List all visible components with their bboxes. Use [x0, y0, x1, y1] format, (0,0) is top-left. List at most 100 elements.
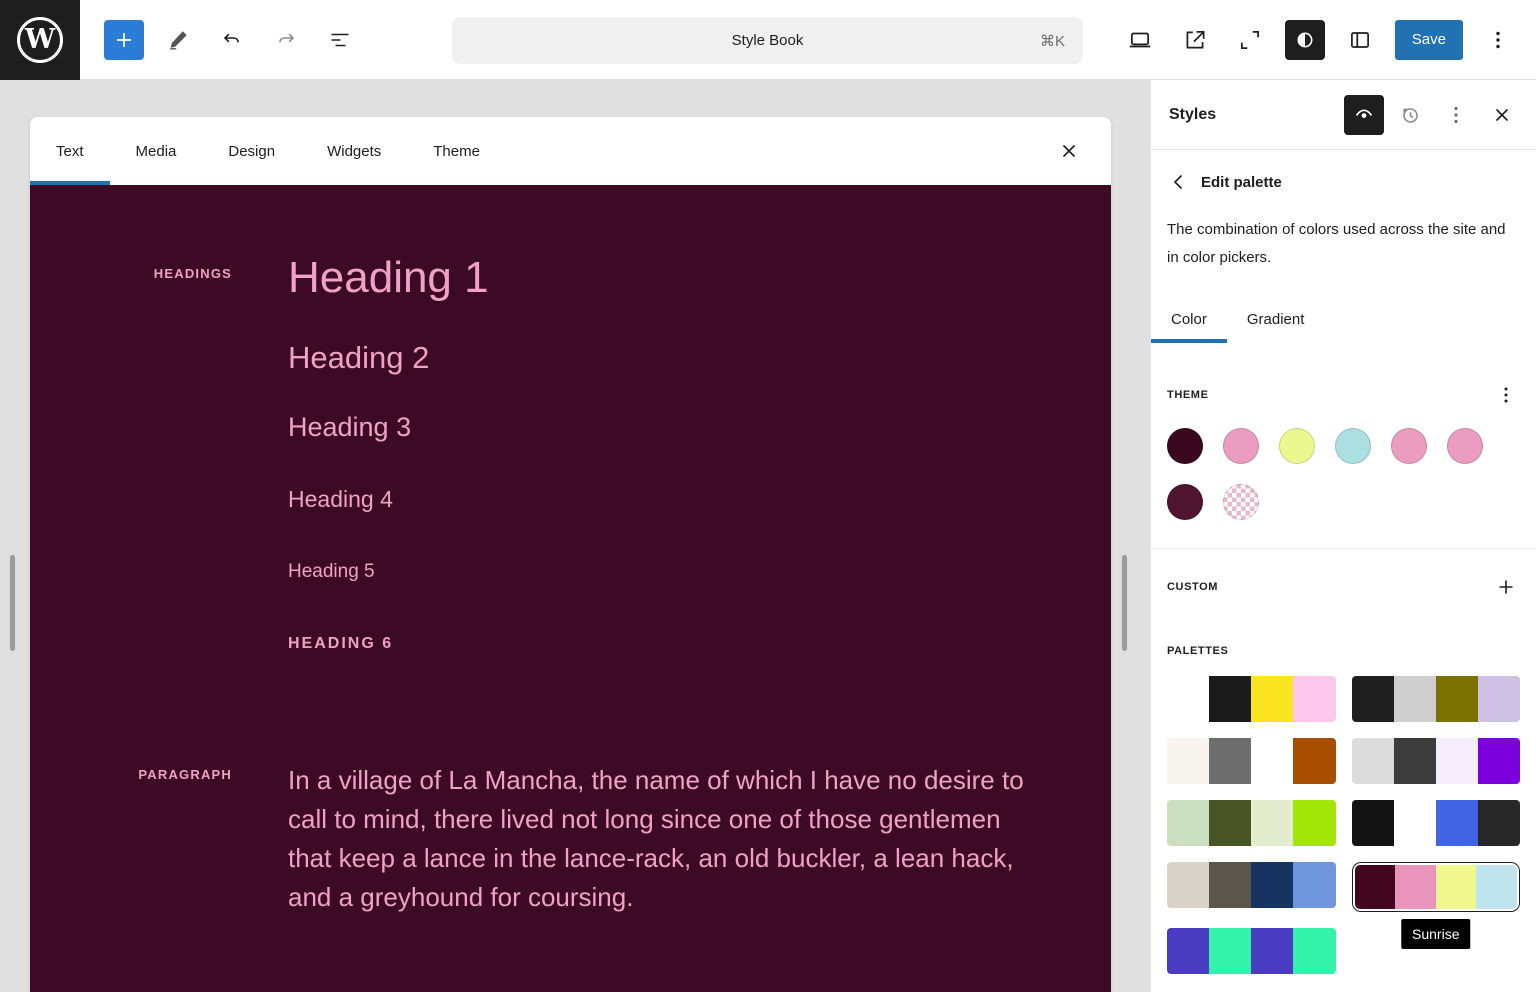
edit-palette-back[interactable]: Edit palette [1167, 170, 1520, 194]
palette-strip[interactable] [1167, 861, 1336, 908]
palette-strip[interactable] [1167, 675, 1336, 722]
paragraph-sample[interactable]: In a village of La Mancha, the name of w… [288, 761, 1036, 917]
kebab-menu-icon [1494, 383, 1518, 407]
palette-strip[interactable] [1354, 864, 1517, 909]
heading-5-sample[interactable]: Heading 5 [288, 561, 489, 584]
external-link-icon [1182, 27, 1208, 53]
style-book-tabs: Text Media Design Widgets Theme [30, 117, 1111, 185]
editor-canvas: Text Media Design Widgets Theme Headings… [0, 80, 1150, 992]
close-icon [1490, 103, 1514, 127]
save-button[interactable]: Save [1394, 19, 1463, 60]
tab-media[interactable]: Media [110, 117, 203, 185]
custom-section-label: Custom [1167, 580, 1219, 593]
palette-color-swatch [1393, 737, 1436, 784]
theme-swatch-3[interactable] [1335, 427, 1371, 464]
palette-option-6[interactable] [1167, 861, 1336, 912]
heading-6-sample[interactable]: HEADING 6 [288, 634, 489, 653]
heading-4-sample[interactable]: Heading 4 [288, 486, 489, 514]
palette-color-swatch [1209, 737, 1252, 784]
theme-swatch-6[interactable] [1167, 483, 1203, 520]
palette-option-5[interactable] [1351, 799, 1520, 846]
command-bar[interactable]: Style Book ⌘K [452, 17, 1083, 64]
pencil-icon [166, 28, 190, 52]
tools-button[interactable] [158, 20, 198, 60]
theme-swatch-0[interactable] [1167, 427, 1203, 464]
styles-options-button[interactable] [1436, 95, 1476, 135]
palette-color-swatch [1354, 864, 1396, 909]
view-device-preview-button[interactable] [1120, 20, 1160, 60]
palette-color-swatch [1209, 927, 1252, 974]
palette-strip[interactable] [1167, 737, 1336, 784]
wordpress-logo-button[interactable]: W [0, 0, 80, 80]
palette-option-3[interactable] [1351, 737, 1520, 784]
settings-sidebar-button[interactable] [1340, 20, 1380, 60]
redo-button[interactable] [266, 20, 306, 60]
palette-option-2[interactable] [1167, 737, 1336, 784]
palette-strip[interactable] [1167, 927, 1336, 974]
palette-color-swatch [1209, 799, 1252, 846]
theme-color-swatches [1167, 427, 1497, 520]
heading-2-sample[interactable]: Heading 2 [288, 339, 489, 376]
fullscreen-button[interactable] [1230, 20, 1270, 60]
heading-1-sample[interactable]: Heading 1 [288, 252, 489, 305]
sidebar-close-button[interactable] [1482, 95, 1522, 135]
palette-strip[interactable] [1351, 737, 1520, 784]
block-inserter-button[interactable] [104, 19, 144, 60]
styles-toggle-button[interactable] [1284, 19, 1325, 60]
view-site-button[interactable] [1175, 20, 1215, 60]
history-clock-icon [1398, 103, 1422, 127]
palette-strip[interactable] [1351, 799, 1520, 846]
palettes-section-label: Palettes [1167, 644, 1229, 657]
heading-3-sample[interactable]: Heading 3 [288, 411, 489, 443]
palette-color-swatch [1251, 861, 1294, 908]
kebab-menu-icon [1486, 28, 1510, 52]
chevron-left-icon [1167, 170, 1191, 194]
palette-option-7[interactable]: Sunrise [1351, 861, 1520, 949]
palette-color-swatch [1435, 737, 1478, 784]
palette-color-swatch [1167, 737, 1210, 784]
options-menu-button[interactable] [1478, 20, 1518, 60]
palette-strip[interactable] [1167, 799, 1336, 846]
theme-swatch-2[interactable] [1279, 427, 1315, 464]
canvas-scrollbar-thumb[interactable] [1122, 555, 1127, 651]
palette-option-8[interactable] [1167, 927, 1336, 974]
palette-option-1[interactable] [1351, 675, 1520, 722]
tab-text[interactable]: Text [30, 117, 110, 185]
style-book-close-button[interactable] [1049, 131, 1089, 171]
tab-color[interactable]: Color [1151, 296, 1227, 343]
theme-swatch-4[interactable] [1391, 427, 1427, 464]
revisions-button[interactable] [1390, 95, 1430, 135]
undo-icon [220, 28, 244, 52]
plus-icon [1494, 575, 1518, 599]
document-overview-button[interactable] [320, 20, 360, 60]
tab-design[interactable]: Design [202, 117, 301, 185]
tab-theme[interactable]: Theme [407, 117, 506, 185]
tab-gradient[interactable]: Gradient [1227, 296, 1325, 343]
palette-color-swatch [1351, 737, 1394, 784]
theme-swatch-pattern[interactable] [1223, 483, 1259, 520]
theme-swatch-5[interactable] [1447, 427, 1483, 464]
expand-icon [1237, 27, 1263, 53]
theme-colors-options-button[interactable] [1492, 381, 1520, 409]
palette-color-swatch [1167, 675, 1210, 722]
add-custom-color-button[interactable] [1492, 573, 1520, 601]
undo-button[interactable] [212, 20, 252, 60]
palette-color-swatch [1393, 675, 1436, 722]
palette-color-swatch [1293, 737, 1336, 784]
styles-contrast-icon [1293, 28, 1317, 52]
edit-palette-title: Edit palette [1201, 173, 1282, 191]
color-gradient-tabs: Color Gradient [1151, 296, 1536, 343]
palette-color-swatch [1351, 675, 1394, 722]
kebab-menu-icon [1444, 103, 1468, 127]
palette-option-0[interactable] [1167, 675, 1336, 722]
theme-swatch-1[interactable] [1223, 427, 1259, 464]
palette-color-swatch [1167, 799, 1210, 846]
palette-color-swatch [1251, 675, 1294, 722]
tab-widgets[interactable]: Widgets [301, 117, 407, 185]
palette-option-4[interactable] [1167, 799, 1336, 846]
window-scrollbar-thumb[interactable] [10, 555, 15, 651]
command-bar-shortcut: ⌘K [1039, 32, 1065, 50]
palette-strip[interactable] [1351, 675, 1520, 722]
style-book-toggle-button[interactable] [1344, 94, 1384, 135]
styles-sidebar-header: Styles [1151, 80, 1536, 150]
